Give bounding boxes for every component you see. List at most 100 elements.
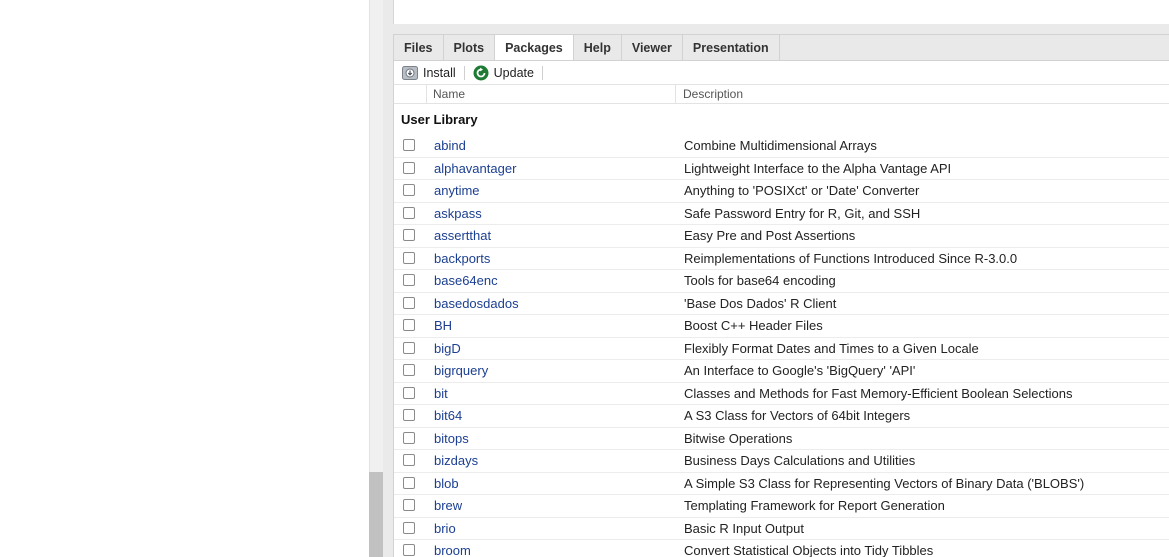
install-button[interactable]: Install (394, 61, 464, 84)
table-row: broom Convert Statistical Objects into Ti… (394, 540, 1169, 557)
package-checkbox[interactable] (403, 274, 415, 286)
table-row: bizdays Business Days Calculations and Ut… (394, 450, 1169, 473)
table-row: brio Basic R Input Output (394, 518, 1169, 540)
table-row: basedosdados 'Base Dos Dados' R Client (394, 293, 1169, 315)
package-name-link[interactable]: alphavantager (434, 158, 516, 180)
table-row: base64enc Tools for base64 encoding (394, 270, 1169, 293)
pane-splitter[interactable] (383, 0, 393, 557)
package-description: Combine Multidimensional Arrays (684, 138, 877, 154)
package-name-link[interactable]: bizdays (434, 450, 478, 472)
package-description: Safe Password Entry for R, Git, and SSH (684, 205, 921, 221)
package-checkbox[interactable] (403, 161, 415, 174)
table-row: alphavantager Lightweight Interface to th… (394, 158, 1169, 180)
package-description: An Interface to Google's 'BigQuery' 'API… (684, 363, 916, 379)
package-checkbox[interactable] (403, 431, 415, 444)
package-description: Basic R Input Output (684, 520, 804, 536)
package-description: Business Days Calculations and Utilities (684, 453, 916, 469)
table-row: bigD Flexibly Format Dates and Times to a… (394, 338, 1169, 360)
package-description: 'Base Dos Dados' R Client (684, 295, 837, 311)
package-description: Flexibly Format Dates and Times to a Giv… (684, 340, 979, 356)
header-description[interactable]: Description (676, 85, 743, 103)
update-label: Update (493, 65, 534, 80)
package-checkbox[interactable] (403, 296, 415, 309)
package-checkbox[interactable] (403, 229, 415, 241)
tab-files[interactable]: Files (394, 35, 444, 61)
package-description: Tools for base64 encoding (684, 273, 836, 289)
tab-presentation[interactable]: Presentation (683, 35, 780, 61)
package-checkbox[interactable] (403, 139, 415, 151)
update-button[interactable]: Update (465, 61, 542, 84)
package-name-link[interactable]: broom (434, 540, 471, 557)
table-row: askpass Safe Password Entry for R, Git, a… (394, 203, 1169, 225)
package-checkbox[interactable] (403, 499, 415, 511)
table-row: bit Classes and Methods for Fast Memory-E… (394, 383, 1169, 405)
left-editor-area (0, 0, 369, 557)
package-description: Anything to 'POSIXct' or 'Date' Converte… (684, 183, 920, 199)
package-name-link[interactable]: abind (434, 135, 466, 157)
package-name-link[interactable]: bit64 (434, 405, 462, 427)
library-title: User Library (401, 112, 478, 127)
package-description: Reimplementations of Functions Introduce… (684, 250, 1018, 266)
package-description: Classes and Methods for Fast Memory-Effi… (684, 385, 1073, 401)
package-checkbox[interactable] (403, 386, 415, 399)
install-icon (402, 65, 418, 80)
package-checkbox[interactable] (403, 521, 415, 534)
table-row: bitops Bitwise Operations (394, 428, 1169, 450)
table-row: bit64 A S3 Class for Vectors of 64bit Int… (394, 405, 1169, 428)
package-name-link[interactable]: base64enc (434, 270, 498, 292)
package-checkbox[interactable] (403, 409, 415, 421)
package-description: Boost C++ Header Files (684, 318, 823, 334)
package-name-link[interactable]: basedosdados (434, 293, 519, 315)
package-name-link[interactable]: backports (434, 248, 490, 270)
table-row: bigrquery An Interface to Google's 'BigQu… (394, 360, 1169, 383)
package-checkbox[interactable] (403, 319, 415, 331)
package-checkbox[interactable] (403, 184, 415, 196)
package-name-link[interactable]: bit (434, 383, 448, 405)
table-header: Name Description (393, 84, 1169, 104)
package-name-link[interactable]: anytime (434, 180, 480, 202)
table-row: assertthat Easy Pre and Post Assertions (394, 225, 1169, 248)
package-description: Bitwise Operations (684, 430, 793, 446)
pane-tabs: Files Plots Packages Help Viewer Present… (393, 34, 1169, 61)
header-name[interactable]: Name (426, 85, 676, 103)
package-name-link[interactable]: brio (434, 518, 456, 540)
package-name-link[interactable]: askpass (434, 203, 482, 225)
environment-pane-bottom (393, 0, 1169, 25)
package-description: A S3 Class for Vectors of 64bit Integers (684, 408, 911, 424)
package-description: Lightweight Interface to the Alpha Vanta… (684, 160, 952, 176)
package-list: User Library abind Combine Multidimension… (393, 104, 1169, 557)
package-checkbox[interactable] (403, 206, 415, 219)
toolbar-separator (541, 65, 543, 80)
table-row: brew Templating Framework for Report Gene… (394, 495, 1169, 518)
package-description: Templating Framework for Report Generati… (684, 498, 945, 514)
package-name-link[interactable]: assertthat (434, 225, 491, 247)
tab-viewer[interactable]: Viewer (622, 35, 683, 61)
package-name-link[interactable]: blob (434, 473, 459, 495)
package-name-link[interactable]: bigrquery (434, 360, 488, 382)
update-icon (473, 65, 489, 81)
table-row: backports Reimplementations of Functions … (394, 248, 1169, 270)
packages-toolbar: Install Update (393, 60, 1169, 84)
package-name-link[interactable]: BH (434, 315, 452, 337)
package-name-link[interactable]: bitops (434, 428, 469, 450)
tab-plots[interactable]: Plots (444, 35, 496, 61)
package-description: Easy Pre and Post Assertions (684, 228, 856, 244)
package-checkbox[interactable] (403, 364, 415, 376)
table-row: abind Combine Multidimensional Arrays (394, 135, 1169, 158)
tab-packages[interactable]: Packages (495, 35, 574, 61)
package-checkbox[interactable] (403, 454, 415, 466)
header-checkbox-column (394, 85, 427, 103)
package-description: Convert Statistical Objects into Tidy Ti… (684, 543, 934, 557)
package-checkbox[interactable] (403, 544, 415, 556)
package-checkbox[interactable] (403, 476, 415, 489)
package-name-link[interactable]: brew (434, 495, 462, 517)
table-row: blob A Simple S3 Class for Representing V… (394, 473, 1169, 495)
package-checkbox[interactable] (403, 341, 415, 354)
package-checkbox[interactable] (403, 251, 415, 264)
package-name-link[interactable]: bigD (434, 338, 461, 360)
table-row: anytime Anything to 'POSIXct' or 'Date' C… (394, 180, 1169, 203)
tab-help[interactable]: Help (574, 35, 622, 61)
pane-splitter-horizontal[interactable] (393, 24, 1169, 34)
scrollbar-thumb[interactable] (369, 472, 383, 557)
table-row: BH Boost C++ Header Files (394, 315, 1169, 338)
